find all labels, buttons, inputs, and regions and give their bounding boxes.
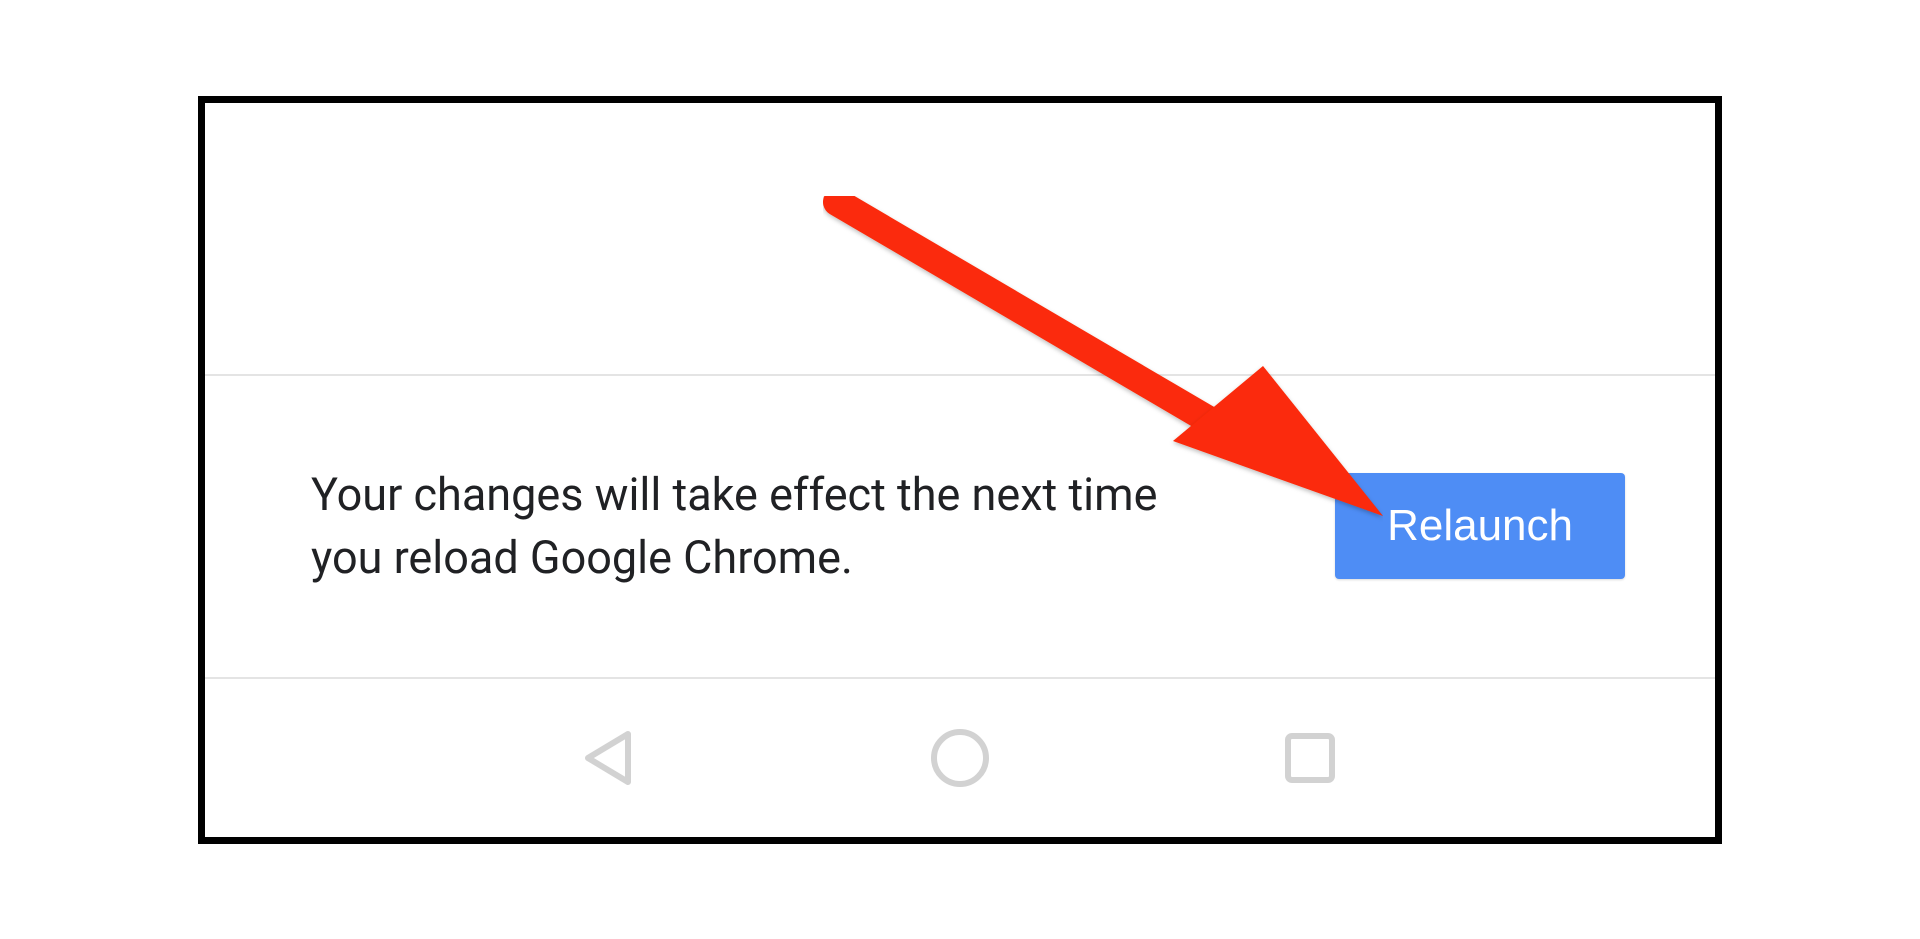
reload-banner: Your changes will take effect the next t…	[205, 376, 1715, 679]
top-empty-area	[205, 103, 1715, 376]
android-nav-bar	[205, 679, 1715, 837]
relaunch-button[interactable]: Relaunch	[1335, 473, 1625, 579]
recent-square-icon[interactable]	[1269, 717, 1351, 799]
screenshot-frame: Your changes will take effect the next t…	[198, 96, 1722, 844]
banner-message: Your changes will take effect the next t…	[311, 463, 1211, 589]
home-circle-icon[interactable]	[919, 717, 1001, 799]
back-triangle-icon[interactable]	[569, 717, 651, 799]
